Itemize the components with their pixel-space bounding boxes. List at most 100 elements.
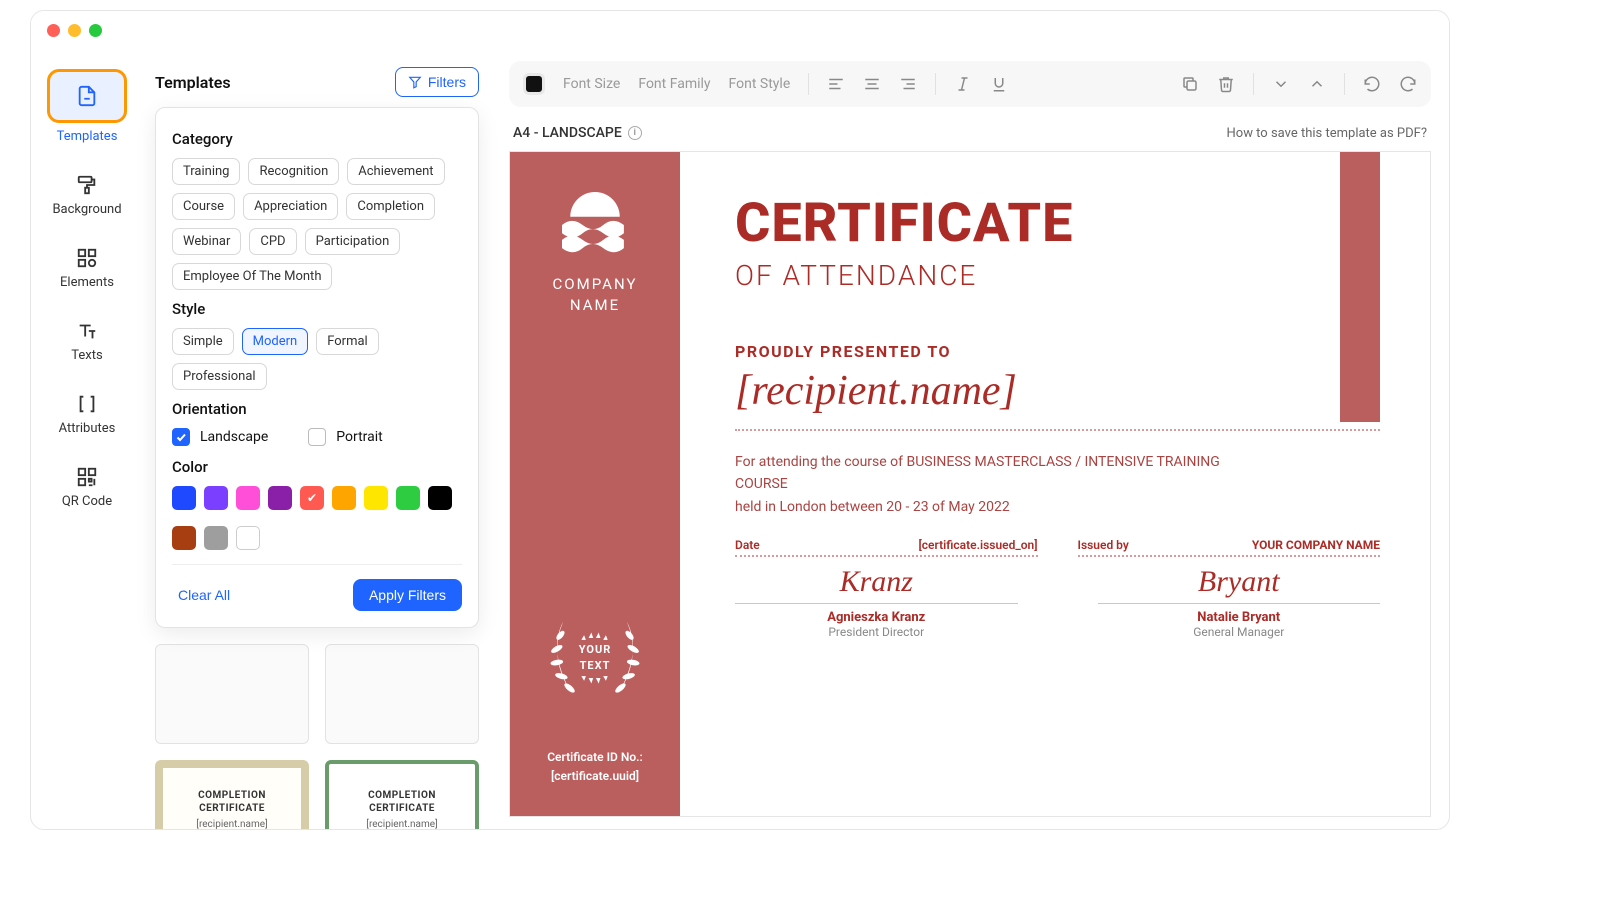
chevron-down-icon[interactable]: [1272, 75, 1290, 93]
recipient-name: [recipient.name]: [735, 367, 1380, 415]
rail-item-attributes[interactable]: Attributes: [59, 393, 116, 436]
filters-button[interactable]: Filters: [395, 67, 479, 97]
template-card[interactable]: [155, 644, 309, 744]
align-center-icon[interactable]: [863, 75, 881, 93]
rail-label: Background: [52, 202, 121, 217]
template-results: COMPLETION CERTIFICATE[recipient.name] C…: [155, 644, 479, 830]
certificate-sidebar: COMPANY NAME: [510, 152, 680, 816]
style-chip[interactable]: Formal: [316, 328, 379, 355]
copy-icon[interactable]: [1181, 75, 1199, 93]
template-card[interactable]: COMPLETION CERTIFICATE[recipient.name]: [325, 760, 479, 830]
color-swatch[interactable]: [428, 486, 452, 510]
style-chip[interactable]: Simple: [172, 328, 234, 355]
certificate-description: For attending the course of BUSINESS MAS…: [735, 451, 1275, 518]
checkbox-empty-icon: [308, 428, 326, 446]
portrait-label: Portrait: [336, 429, 382, 445]
signature-b: Bryant Natalie Bryant General Manager: [1098, 565, 1381, 639]
clear-all-button[interactable]: Clear All: [172, 586, 236, 604]
color-swatch[interactable]: [300, 486, 324, 510]
certificate-title: CERTIFICATE: [735, 197, 1380, 251]
color-swatch[interactable]: [268, 486, 292, 510]
certificate-main: CERTIFICATE OF ATTENDANCE PROUDLY PRESEN…: [680, 152, 1430, 816]
category-chip[interactable]: Completion: [346, 193, 435, 220]
top-toolbar: Font Size Font Family Font Style: [509, 61, 1431, 107]
category-chip[interactable]: Training: [172, 158, 240, 185]
portrait-checkbox[interactable]: Portrait: [308, 428, 382, 446]
underline-icon[interactable]: [990, 75, 1008, 93]
left-rail: Templates Background Elements Texts Attr…: [31, 49, 143, 829]
color-swatch[interactable]: [204, 526, 228, 550]
rail-item-background[interactable]: Background: [52, 174, 121, 217]
style-chip[interactable]: Modern: [242, 328, 309, 355]
templates-panel: Templates Filters Category Training Recog…: [143, 49, 491, 829]
align-left-icon[interactable]: [827, 75, 845, 93]
rail-item-templates[interactable]: Templates: [47, 69, 127, 144]
certificate-id: Certificate ID No.: [certificate.uuid]: [547, 748, 643, 786]
close-icon[interactable]: [47, 24, 60, 37]
chevron-up-icon[interactable]: [1308, 75, 1326, 93]
maximize-icon[interactable]: [89, 24, 102, 37]
template-card-title: COMPLETION CERTIFICATE: [171, 789, 293, 815]
font-family-control[interactable]: Font Family: [638, 76, 710, 92]
rail-item-elements[interactable]: Elements: [60, 247, 114, 290]
app-window: Templates Background Elements Texts Attr…: [30, 10, 1450, 830]
undo-icon[interactable]: [1363, 75, 1381, 93]
rail-item-qrcode[interactable]: QR Code: [62, 466, 112, 509]
redo-icon[interactable]: [1399, 75, 1417, 93]
accent-bar: [1340, 152, 1380, 422]
template-card-sub: [recipient.name]: [196, 819, 267, 830]
category-chip[interactable]: Recognition: [248, 158, 339, 185]
trash-icon[interactable]: [1217, 75, 1235, 93]
rail-label: Templates: [57, 129, 118, 144]
color-swatch[interactable]: [364, 486, 388, 510]
category-chip[interactable]: Appreciation: [243, 193, 338, 220]
color-picker[interactable]: [523, 73, 545, 95]
template-card[interactable]: [325, 644, 479, 744]
color-swatch[interactable]: [172, 526, 196, 550]
template-card[interactable]: COMPLETION CERTIFICATE [recipient.name]: [155, 760, 309, 830]
minimize-icon[interactable]: [68, 24, 81, 37]
color-swatch[interactable]: [332, 486, 356, 510]
orientation-label: Orientation: [172, 400, 462, 418]
category-chip[interactable]: Participation: [305, 228, 401, 255]
brackets-icon: [76, 393, 98, 415]
style-chip[interactable]: Professional: [172, 363, 267, 390]
color-swatch[interactable]: [396, 486, 420, 510]
category-chip[interactable]: Achievement: [347, 158, 444, 185]
certificate-canvas[interactable]: COMPANY NAME: [509, 151, 1431, 817]
help-link[interactable]: How to save this template as PDF?: [1227, 126, 1428, 141]
text-icon: [76, 320, 98, 342]
category-chip[interactable]: Employee Of The Month: [172, 263, 332, 290]
date-field: Date[certificate.issued_on]: [735, 538, 1038, 557]
color-swatch[interactable]: [172, 486, 196, 510]
company-logo-icon: [552, 192, 638, 258]
category-chip[interactable]: Webinar: [172, 228, 241, 255]
template-card-sub: [recipient.name]: [366, 819, 437, 830]
italic-icon[interactable]: [954, 75, 972, 93]
apply-filters-button[interactable]: Apply Filters: [353, 579, 462, 611]
info-icon[interactable]: i: [628, 126, 642, 140]
filter-icon: [408, 75, 422, 89]
font-size-control[interactable]: Font Size: [563, 76, 620, 92]
titlebar: [31, 11, 1449, 49]
signature-a: Kranz Agnieszka Kranz President Director: [735, 565, 1018, 639]
rail-item-texts[interactable]: Texts: [71, 320, 102, 363]
color-swatch[interactable]: [236, 486, 260, 510]
landscape-checkbox[interactable]: Landscape: [172, 428, 268, 446]
editor-area: Font Size Font Family Font Style: [491, 49, 1449, 829]
panel-title: Templates: [155, 73, 231, 92]
category-chip[interactable]: CPD: [249, 228, 296, 255]
rail-label: Attributes: [59, 421, 116, 436]
category-label: Category: [172, 130, 462, 148]
color-swatch[interactable]: [236, 526, 260, 550]
roller-icon: [76, 174, 98, 196]
align-right-icon[interactable]: [899, 75, 917, 93]
divider: [735, 429, 1380, 431]
filters-popup: Category Training Recognition Achievement C…: [155, 107, 479, 628]
category-chip[interactable]: Course: [172, 193, 235, 220]
color-swatch[interactable]: [204, 486, 228, 510]
font-style-control[interactable]: Font Style: [729, 76, 791, 92]
style-label: Style: [172, 300, 462, 318]
rail-label: Texts: [71, 348, 102, 363]
laurel-badge: YOUR TEXT: [540, 608, 650, 708]
